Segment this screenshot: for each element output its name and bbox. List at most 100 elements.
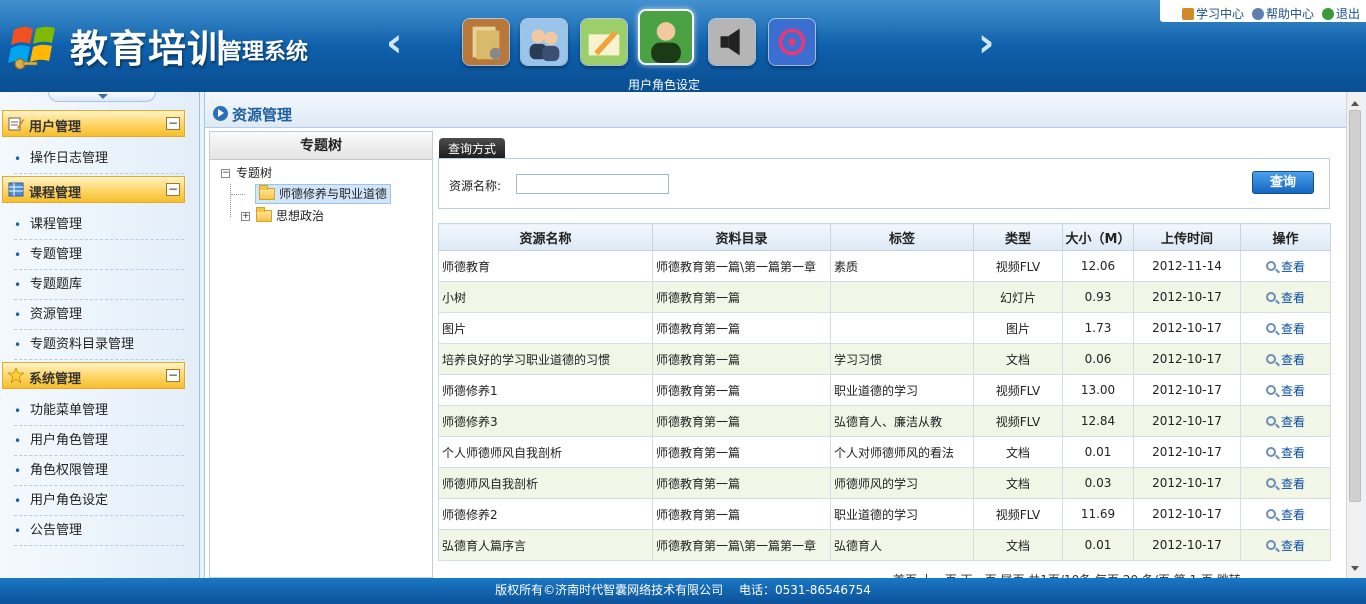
vertical-scrollbar[interactable] [1346, 92, 1363, 578]
resource-table: 资源名称 资料目录 标签 类型 大小（M） 上传时间 操作 师德教育 师德教育第一… [438, 223, 1331, 561]
study-center-link[interactable]: 学习中心 [1181, 5, 1244, 22]
col-header-type[interactable]: 类型 [973, 223, 1063, 251]
col-header-dir[interactable]: 资料目录 [652, 223, 831, 251]
cell-dir: 师德教育第一篇\第一篇第一章 [652, 529, 831, 561]
page-title-bar: 资源管理 [205, 92, 1347, 128]
scroll-thumb[interactable] [1349, 110, 1361, 502]
sidebar-item-user-role-setting[interactable]: 用户角色设定 [14, 486, 184, 516]
sidebar-item-operation-log[interactable]: 操作日志管理 [14, 144, 184, 174]
table-row: 师德教育 师德教育第一篇\第一篇第一章 素质 视频FLV 12.06 2012-11-14… [438, 250, 1331, 282]
view-link[interactable]: 查看 [1265, 506, 1305, 523]
cell-type: 视频FLV [973, 374, 1063, 406]
cell-dir: 师德教育第一篇 [652, 498, 831, 530]
module-edit-icon[interactable] [580, 18, 628, 66]
tree-node-politics[interactable]: + 思想政治 [241, 206, 324, 226]
col-header-action: 操作 [1240, 223, 1331, 251]
cell-action: 查看 [1240, 312, 1331, 344]
help-icon [1251, 7, 1264, 20]
cell-size: 13.00 [1062, 374, 1134, 406]
help-center-link[interactable]: 帮助中心 [1251, 5, 1314, 22]
col-header-date[interactable]: 上传时间 [1133, 223, 1241, 251]
module-target-icon[interactable] [768, 18, 816, 66]
sidebar-item-announcement[interactable]: 公告管理 [14, 516, 184, 546]
tree-root-node[interactable]: − 专题树 [221, 163, 272, 183]
active-module-label: 用户角色设定 [628, 78, 701, 92]
sidebar-item-role-permission[interactable]: 角色权限管理 [14, 456, 184, 486]
collapse-icon[interactable]: − [166, 117, 180, 130]
scroll-up-icon[interactable] [1347, 92, 1363, 109]
resource-name-input[interactable] [516, 174, 669, 194]
cell-dir: 师德教育第一篇 [652, 374, 831, 406]
cell-date: 2012-10-17 [1133, 405, 1241, 437]
cell-name: 师德修养1 [438, 374, 653, 406]
view-link[interactable]: 查看 [1265, 289, 1305, 306]
logout-link[interactable]: 退出 [1321, 5, 1360, 22]
view-link[interactable]: 查看 [1265, 413, 1305, 430]
sidebar-item-topic-dir-manage[interactable]: 专题资料目录管理 [14, 330, 184, 360]
view-link[interactable]: 查看 [1265, 537, 1305, 554]
sidebar-item-topic-manage[interactable]: 专题管理 [14, 240, 184, 270]
module-users-icon[interactable] [520, 18, 568, 66]
table-row: 师德修养2 师德教育第一篇 职业道德的学习 视频FLV 11.69 2012-10-17 查… [438, 498, 1331, 530]
cell-type: 图片 [973, 312, 1063, 344]
nav-next-arrow-icon[interactable]: › [978, 20, 994, 66]
cell-tag [830, 312, 974, 344]
cell-date: 2012-10-17 [1133, 343, 1241, 375]
view-link[interactable]: 查看 [1265, 475, 1305, 492]
top-links: 学习中心 帮助中心 退出 [1181, 5, 1360, 22]
view-link[interactable]: 查看 [1265, 320, 1305, 337]
query-mode-tab[interactable]: 查询方式 [439, 138, 505, 158]
sidebar-section-system[interactable]: 系统管理 − [2, 362, 185, 389]
table-row: 弘德育人篇序言 师德教育第一篇\第一篇第一章 弘德育人 文档 0.01 2012-10-1… [438, 529, 1331, 561]
query-button[interactable]: 查询 [1252, 171, 1314, 194]
collapse-icon[interactable]: − [166, 183, 180, 196]
main-panel: 资源管理 专题树 − 专题树 师德修养与职业道德 + 思想政治 查询方式 资源名… [204, 92, 1347, 579]
cell-date: 2012-10-17 [1133, 498, 1241, 530]
module-files-icon[interactable] [462, 18, 510, 66]
col-header-tag[interactable]: 标签 [830, 223, 974, 251]
cell-action: 查看 [1240, 436, 1331, 468]
sidebar-item-resource-manage[interactable]: 资源管理 [14, 300, 184, 330]
view-link[interactable]: 查看 [1265, 258, 1305, 275]
view-link[interactable]: 查看 [1265, 351, 1305, 368]
sidebar-item-user-role-manage[interactable]: 用户角色管理 [14, 426, 184, 456]
grid-icon [8, 182, 24, 197]
cell-tag: 弘德育人、廉洁从教 [830, 405, 974, 437]
col-header-name[interactable]: 资源名称 [438, 223, 653, 251]
cell-date: 2012-10-17 [1133, 374, 1241, 406]
cell-tag: 素质 [830, 250, 974, 282]
collapse-icon[interactable]: − [166, 369, 180, 382]
sidebar-section-user[interactable]: 用户管理 − [2, 110, 185, 137]
sidebar-item-function-menu[interactable]: 功能菜单管理 [14, 396, 184, 426]
sidebar-toggle-tab[interactable] [48, 92, 156, 102]
module-user-role-icon[interactable] [638, 9, 694, 65]
cell-size: 0.03 [1062, 467, 1134, 499]
magnifier-icon [1265, 478, 1276, 488]
tree-collapse-icon[interactable]: − [221, 168, 230, 178]
cell-name: 师德修养2 [438, 498, 653, 530]
nav-prev-arrow-icon[interactable]: ‹ [386, 20, 402, 66]
folder-open-icon [259, 185, 275, 200]
cell-dir: 师德教育第一篇\第一篇第一章 [652, 250, 831, 282]
cell-tag: 师德师风的学习 [830, 467, 974, 499]
arrow-circle-icon [213, 106, 228, 121]
folder-icon [256, 207, 272, 222]
sidebar-item-topic-bank[interactable]: 专题题库 [14, 270, 184, 300]
cell-tag: 弘德育人 [830, 529, 974, 561]
magnifier-icon [1265, 354, 1276, 364]
cell-type: 幻灯片 [973, 281, 1063, 313]
scroll-down-icon[interactable] [1347, 561, 1363, 578]
view-link[interactable]: 查看 [1265, 382, 1305, 399]
tree-expand-icon[interactable]: + [241, 211, 250, 221]
app-header: 教育培训 管理系统 ‹ › 用户角色设定 学习中心 帮助中心 退出 [0, 0, 1366, 92]
cell-dir: 师德教育第一篇 [652, 436, 831, 468]
col-header-size[interactable]: 大小（M） [1062, 223, 1134, 251]
tree-node-teacher-ethics[interactable]: 师德修养与职业道德 [255, 184, 392, 204]
module-speaker-icon[interactable] [708, 18, 756, 66]
sidebar-item-course-manage[interactable]: 课程管理 [14, 210, 184, 240]
book-icon [1181, 7, 1194, 20]
cell-size: 12.84 [1062, 405, 1134, 437]
sidebar-section-course[interactable]: 课程管理 − [2, 176, 185, 203]
content-area: 查询方式 资源名称: 查询 资源名称 资料目录 标签 类型 大小（M） 上传时间… [437, 131, 1331, 579]
view-link[interactable]: 查看 [1265, 444, 1305, 461]
